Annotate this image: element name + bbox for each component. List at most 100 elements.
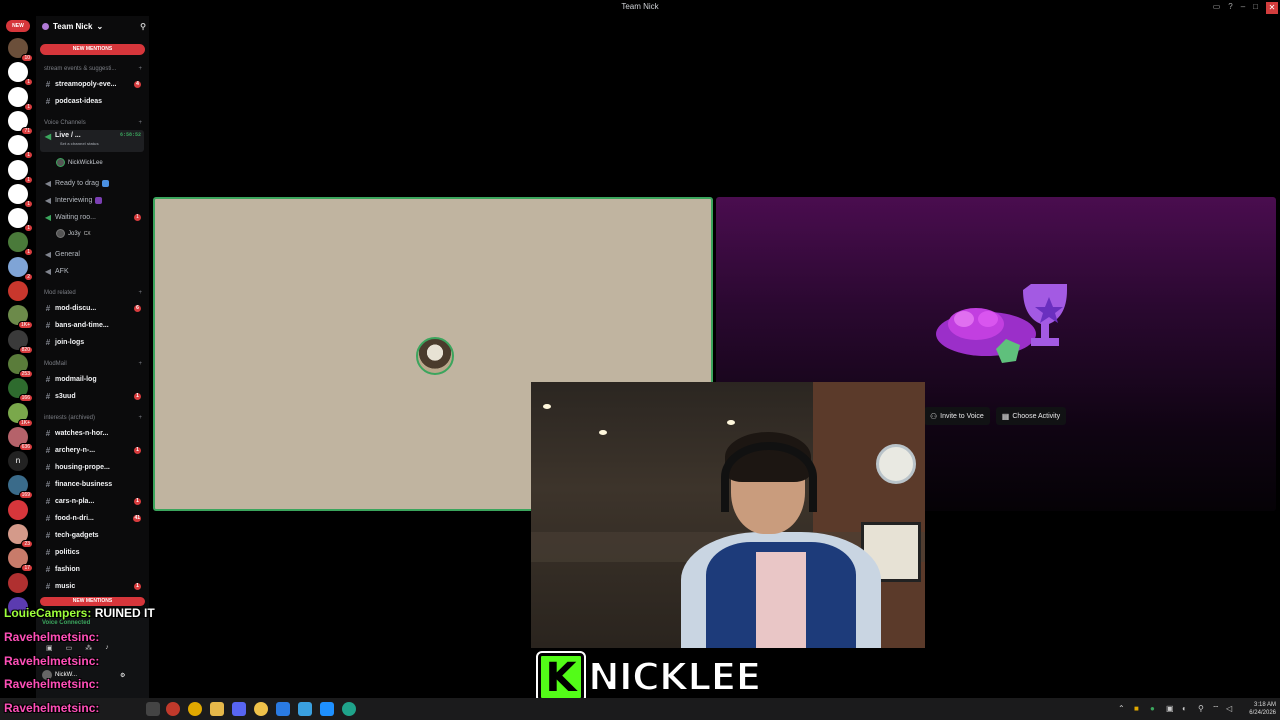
- category-interests[interactable]: interests (archived) +: [44, 415, 142, 421]
- channel-bans-and-timeouts[interactable]: # bans-and-time...: [40, 318, 144, 332]
- channel-ready-to-drag[interactable]: ◀ Ready to drag: [40, 176, 144, 190]
- server-icon[interactable]: 1: [8, 208, 33, 233]
- channel-finance[interactable]: # finance-business: [40, 477, 144, 491]
- server-icon[interactable]: 253: [8, 353, 33, 378]
- hash-icon: #: [45, 337, 51, 347]
- channel-food[interactable]: # food-n-dri... 41: [40, 511, 144, 525]
- server-icon[interactable]: 1: [8, 86, 33, 111]
- channel-general[interactable]: ◀ General: [40, 247, 144, 261]
- channel-music[interactable]: # music 1: [40, 579, 144, 593]
- channel-afk[interactable]: ◀ AFK: [40, 264, 144, 278]
- server-icon[interactable]: 1: [8, 232, 33, 257]
- grid-icon: ▦: [1001, 411, 1010, 421]
- category-mod-related[interactable]: Mod related +: [44, 290, 142, 296]
- channel-interviewing[interactable]: ◀ Interviewing: [40, 193, 144, 207]
- channel-modmail-log[interactable]: # modmail-log: [40, 372, 144, 386]
- chrome-icon[interactable]: [188, 702, 202, 716]
- add-channel-icon[interactable]: +: [138, 66, 142, 72]
- category-stream-events[interactable]: stream events & suggesti... +: [44, 66, 142, 72]
- minimize-button[interactable]: –: [1241, 2, 1245, 14]
- speaker-icon: ◀: [44, 195, 52, 205]
- server-icon[interactable]: [8, 499, 28, 520]
- channel-status[interactable]: Set a channel status: [60, 141, 99, 146]
- tray-app-icon[interactable]: ▣: [1166, 704, 1174, 713]
- server-icon[interactable]: 820: [8, 329, 33, 354]
- server-icon[interactable]: [8, 281, 28, 301]
- server-icon[interactable]: 1: [8, 62, 33, 87]
- channel-streamopoly[interactable]: # streamopoly-eve... 4: [40, 77, 144, 91]
- app-icon[interactable]: [298, 702, 312, 716]
- server-icon[interactable]: 166: [8, 378, 33, 403]
- voice-member-jo[interactable]: Jo3y CX: [56, 229, 91, 238]
- server-icon[interactable]: 1: [8, 183, 33, 208]
- server-icon[interactable]: 1K+: [8, 402, 33, 427]
- new-mentions-pill-bottom[interactable]: NEW MENTIONS: [40, 597, 145, 606]
- discord-icon[interactable]: [232, 702, 246, 716]
- add-channel-icon[interactable]: +: [138, 120, 142, 126]
- activity-icon[interactable]: ⁂: [85, 644, 92, 652]
- volume-icon[interactable]: ◁: [1226, 704, 1232, 713]
- channel-archery[interactable]: # archery-n-... 1: [40, 443, 144, 457]
- channel-fashion[interactable]: # fashion: [40, 562, 144, 576]
- maximize-button[interactable]: □: [1253, 2, 1258, 14]
- help-icon[interactable]: ?: [1228, 2, 1232, 14]
- server-icon[interactable]: [8, 572, 28, 593]
- file-explorer-icon[interactable]: [210, 702, 224, 716]
- inbox-icon[interactable]: ▭: [1213, 2, 1221, 14]
- server-icon[interactable]: 23: [8, 524, 33, 548]
- server-icon[interactable]: 636: [8, 426, 33, 451]
- wifi-icon[interactable]: ⌔: [1212, 704, 1220, 714]
- channel-podcast-ideas[interactable]: # podcast-ideas: [40, 94, 144, 108]
- channel-live[interactable]: ◀ Live / ... 6:58:52 Set a channel status: [40, 130, 144, 152]
- channel-housing[interactable]: # housing-prope...: [40, 460, 144, 474]
- server-icon[interactable]: 1: [8, 159, 33, 184]
- channel-mod-discussion[interactable]: # mod-discu... 6: [40, 301, 144, 315]
- app-icon[interactable]: [276, 702, 290, 716]
- channel-s3uud[interactable]: # s3uud 1: [40, 389, 144, 403]
- server-icon[interactable]: 1: [8, 135, 33, 160]
- chevron-up-icon[interactable]: ⌃: [1118, 704, 1125, 713]
- add-member-icon[interactable]: ⚲: [140, 22, 146, 31]
- voice-member-nick[interactable]: NickWickLee: [56, 158, 103, 167]
- channel-join-logs[interactable]: # join-logs: [40, 335, 144, 349]
- close-button[interactable]: ✕: [1266, 2, 1278, 14]
- clock[interactable]: 3:18 AM 6/24/2026: [1249, 701, 1276, 717]
- tray-app-icon[interactable]: ●: [1150, 704, 1155, 713]
- channel-watches[interactable]: # watches-n-hor...: [40, 426, 144, 440]
- soundboard-icon[interactable]: ♪: [105, 644, 109, 652]
- server-icon[interactable]: 17: [8, 548, 33, 573]
- server-header[interactable]: Team Nick ⌄ ⚲: [42, 22, 146, 31]
- camera-icon[interactable]: ▣: [46, 644, 53, 652]
- mic-icon[interactable]: ⚲: [1198, 704, 1204, 713]
- streamer-logo: K NICKLEE: [536, 651, 762, 703]
- app-icon[interactable]: [342, 702, 356, 716]
- new-mentions-pill[interactable]: NEW MENTIONS: [40, 44, 145, 55]
- screen-share-icon[interactable]: ▭: [66, 644, 73, 652]
- channel-waiting-room[interactable]: ◀ Waiting roo... 1: [40, 210, 144, 224]
- server-icon[interactable]: 71: [8, 110, 33, 135]
- choose-activity-button[interactable]: ▦ Choose Activity: [995, 407, 1067, 425]
- server-icon[interactable]: 1K+: [8, 305, 33, 330]
- vscode-icon[interactable]: [320, 702, 334, 716]
- server-icon[interactable]: 2: [8, 256, 33, 281]
- add-channel-icon[interactable]: +: [138, 415, 142, 421]
- network-icon[interactable]: ◐: [1182, 704, 1187, 713]
- tray-app-icon[interactable]: ■: [1134, 704, 1139, 713]
- voice-status[interactable]: Voice Connected: [42, 620, 90, 626]
- add-channel-icon[interactable]: +: [138, 361, 142, 367]
- server-icon[interactable]: n: [8, 451, 28, 472]
- task-view-icon[interactable]: [146, 702, 160, 716]
- invite-to-voice-button[interactable]: ⚇ Invite to Voice: [924, 407, 990, 425]
- server-icon[interactable]: 10: [8, 38, 33, 62]
- server-icon[interactable]: 169: [8, 475, 33, 500]
- app-icon[interactable]: [166, 702, 180, 716]
- channel-tech-gadgets[interactable]: # tech-gadgets: [40, 528, 144, 542]
- add-channel-icon[interactable]: +: [138, 290, 142, 296]
- settings-icon[interactable]: ⚙: [120, 672, 125, 679]
- category-voice-channels[interactable]: Voice Channels +: [44, 120, 142, 126]
- channel-cars[interactable]: # cars-n-pla... 1: [40, 494, 144, 508]
- channel-politics[interactable]: # politics: [40, 545, 144, 559]
- hash-icon: #: [45, 496, 51, 506]
- category-modmail[interactable]: ModMail +: [44, 361, 142, 367]
- app-icon[interactable]: [254, 702, 268, 716]
